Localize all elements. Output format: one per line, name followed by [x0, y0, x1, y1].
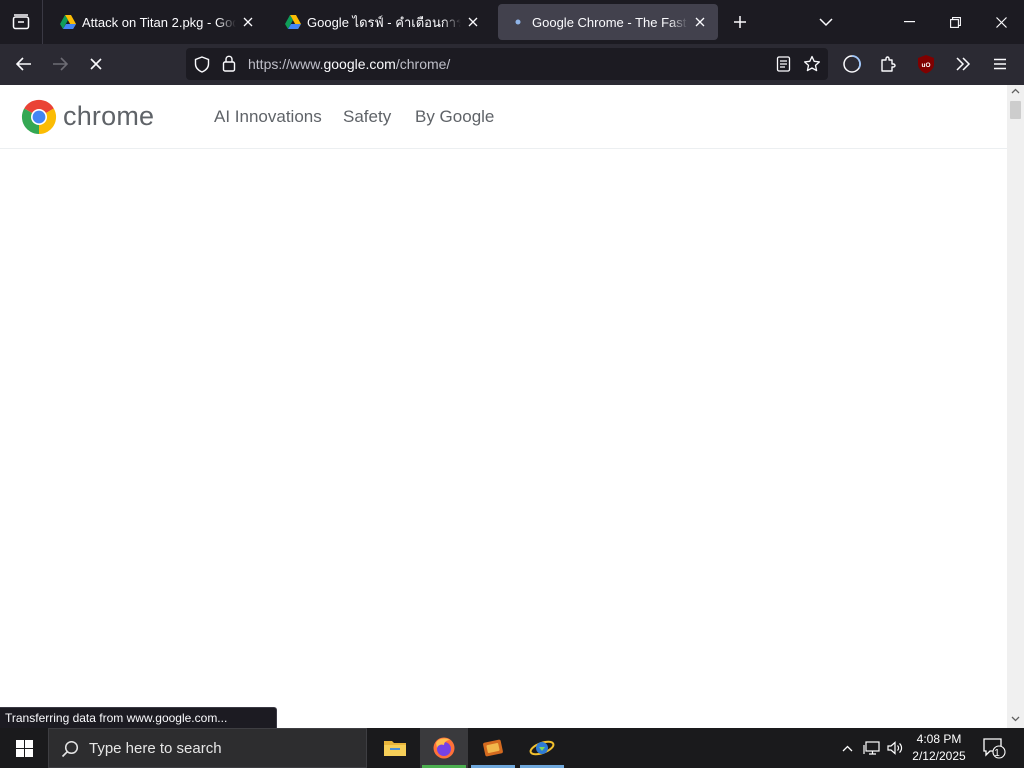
firefox-icon	[433, 737, 455, 759]
nav-link-by-google[interactable]: By Google	[415, 107, 494, 127]
ublock-origin-icon: uO	[918, 55, 934, 74]
hamburger-menu-icon	[994, 58, 1006, 70]
new-tab-button[interactable]	[724, 0, 756, 44]
tab-google-chrome[interactable]: Google Chrome - The Fast & Secure	[498, 4, 718, 40]
chrome-logo-icon[interactable]	[21, 99, 57, 135]
minimize-icon	[903, 21, 915, 23]
clock-time: 4:08 PM	[916, 732, 962, 746]
windows-logo-icon	[15, 739, 33, 757]
clock-date: 2/12/2025	[912, 749, 966, 763]
nav-link-ai-innovations[interactable]: AI Innovations	[214, 107, 322, 127]
vertical-scrollbar[interactable]	[1007, 85, 1024, 728]
tab-title: Google Chrome - The Fast & Secure	[532, 14, 688, 30]
navigation-toolbar: https://www.google.com/chrome/ uO	[0, 44, 1024, 85]
address-bar[interactable]: https://www.google.com/chrome/	[186, 48, 828, 80]
close-tab-icon[interactable]	[240, 14, 256, 30]
more-tools-button[interactable]	[947, 48, 979, 80]
folder-icon	[384, 741, 406, 756]
taskbar-firefox[interactable]	[420, 728, 468, 768]
forward-arrow-icon	[53, 57, 68, 71]
url-text[interactable]: https://www.google.com/chrome/	[248, 56, 450, 72]
url-domain: google.com	[323, 56, 396, 72]
web-page: chrome AI Innovations Safety By Google	[0, 85, 1007, 728]
taskbar-search-box[interactable]: Type here to search	[48, 728, 367, 768]
close-tab-icon[interactable]	[465, 14, 481, 30]
tab-google-drive-warning[interactable]: Google ไดรฟ์ - คำเตือนการดาวน์โหลด	[273, 4, 491, 40]
speaker-icon	[886, 741, 902, 755]
app-menu-button[interactable]	[984, 48, 1016, 80]
reader-view-icon[interactable]	[776, 56, 791, 72]
nav-link-safety[interactable]: Safety	[343, 107, 391, 127]
taskbar-clock[interactable]: 4:08 PM 2/12/2025	[910, 731, 968, 765]
stop-icon	[90, 58, 102, 70]
tab-title: Attack on Titan 2.pkg - Google	[82, 14, 236, 30]
download-manager-icon	[529, 740, 555, 756]
extensions-button[interactable]	[872, 48, 904, 80]
google-drive-icon	[60, 14, 76, 30]
network-icon	[862, 741, 880, 755]
chevron-up-icon	[842, 745, 852, 751]
google-drive-icon	[285, 14, 301, 30]
taskbar-app-4[interactable]	[518, 728, 566, 768]
start-button[interactable]	[0, 728, 48, 768]
game-app-icon	[483, 739, 503, 757]
scrollbar-thumb[interactable]	[1010, 101, 1021, 119]
list-all-tabs-button[interactable]	[810, 0, 842, 44]
scroll-up-arrow-icon[interactable]	[1011, 88, 1020, 94]
double-chevron-right-icon	[956, 57, 971, 71]
search-placeholder: Type here to search	[89, 739, 222, 757]
plus-icon	[734, 16, 746, 28]
tab-title: Google ไดรฟ์ - คำเตือนการดาวน์โหลด	[307, 14, 461, 30]
taskbar-app-3[interactable]	[469, 728, 517, 768]
account-sync-icon	[843, 55, 861, 73]
restore-button[interactable]	[932, 0, 978, 44]
stop-loading-button[interactable]	[80, 48, 112, 80]
tab-attack-on-titan[interactable]: Attack on Titan 2.pkg - Google	[48, 4, 266, 40]
windows-taskbar: Type here to search 4:08 PM 2/12/2025 1	[0, 728, 1024, 768]
svg-text:uO: uO	[921, 62, 930, 69]
notification-count: 1	[994, 748, 1000, 759]
back-button[interactable]	[8, 48, 40, 80]
lock-icon[interactable]	[222, 55, 236, 72]
back-arrow-icon	[16, 57, 31, 71]
close-icon	[995, 16, 1007, 28]
loading-dot-icon	[510, 14, 526, 30]
status-panel: Transferring data from www.google.com...	[0, 707, 277, 728]
site-header: chrome AI Innovations Safety By Google	[0, 85, 1007, 149]
close-window-button[interactable]	[978, 0, 1024, 44]
firefox-view-icon	[12, 14, 30, 30]
shield-icon[interactable]	[194, 56, 210, 73]
taskbar-file-explorer[interactable]	[371, 728, 419, 768]
close-tab-icon[interactable]	[692, 14, 708, 30]
show-hidden-icons-button[interactable]	[838, 728, 856, 768]
network-button[interactable]	[861, 728, 881, 768]
volume-button[interactable]	[885, 728, 905, 768]
scroll-down-arrow-icon[interactable]	[1011, 716, 1020, 722]
tab-separator	[42, 0, 43, 44]
chrome-logo-text[interactable]: chrome	[63, 101, 154, 132]
restore-icon	[949, 16, 961, 28]
bookmark-star-icon[interactable]	[803, 55, 821, 73]
firefox-view-button[interactable]	[0, 0, 42, 44]
chevron-down-icon	[819, 18, 833, 27]
action-center-button[interactable]: 1	[979, 728, 1009, 768]
sync-button[interactable]	[836, 48, 868, 80]
tab-strip: Attack on Titan 2.pkg - Google Google ได…	[0, 0, 1024, 44]
url-path: /chrome/	[395, 56, 451, 72]
minimize-button[interactable]	[886, 0, 932, 44]
search-icon	[61, 740, 79, 758]
forward-button	[44, 48, 76, 80]
ublock-origin-button[interactable]: uO	[910, 48, 942, 80]
puzzle-piece-icon	[881, 56, 896, 72]
url-prefix: https://www.	[248, 56, 324, 72]
